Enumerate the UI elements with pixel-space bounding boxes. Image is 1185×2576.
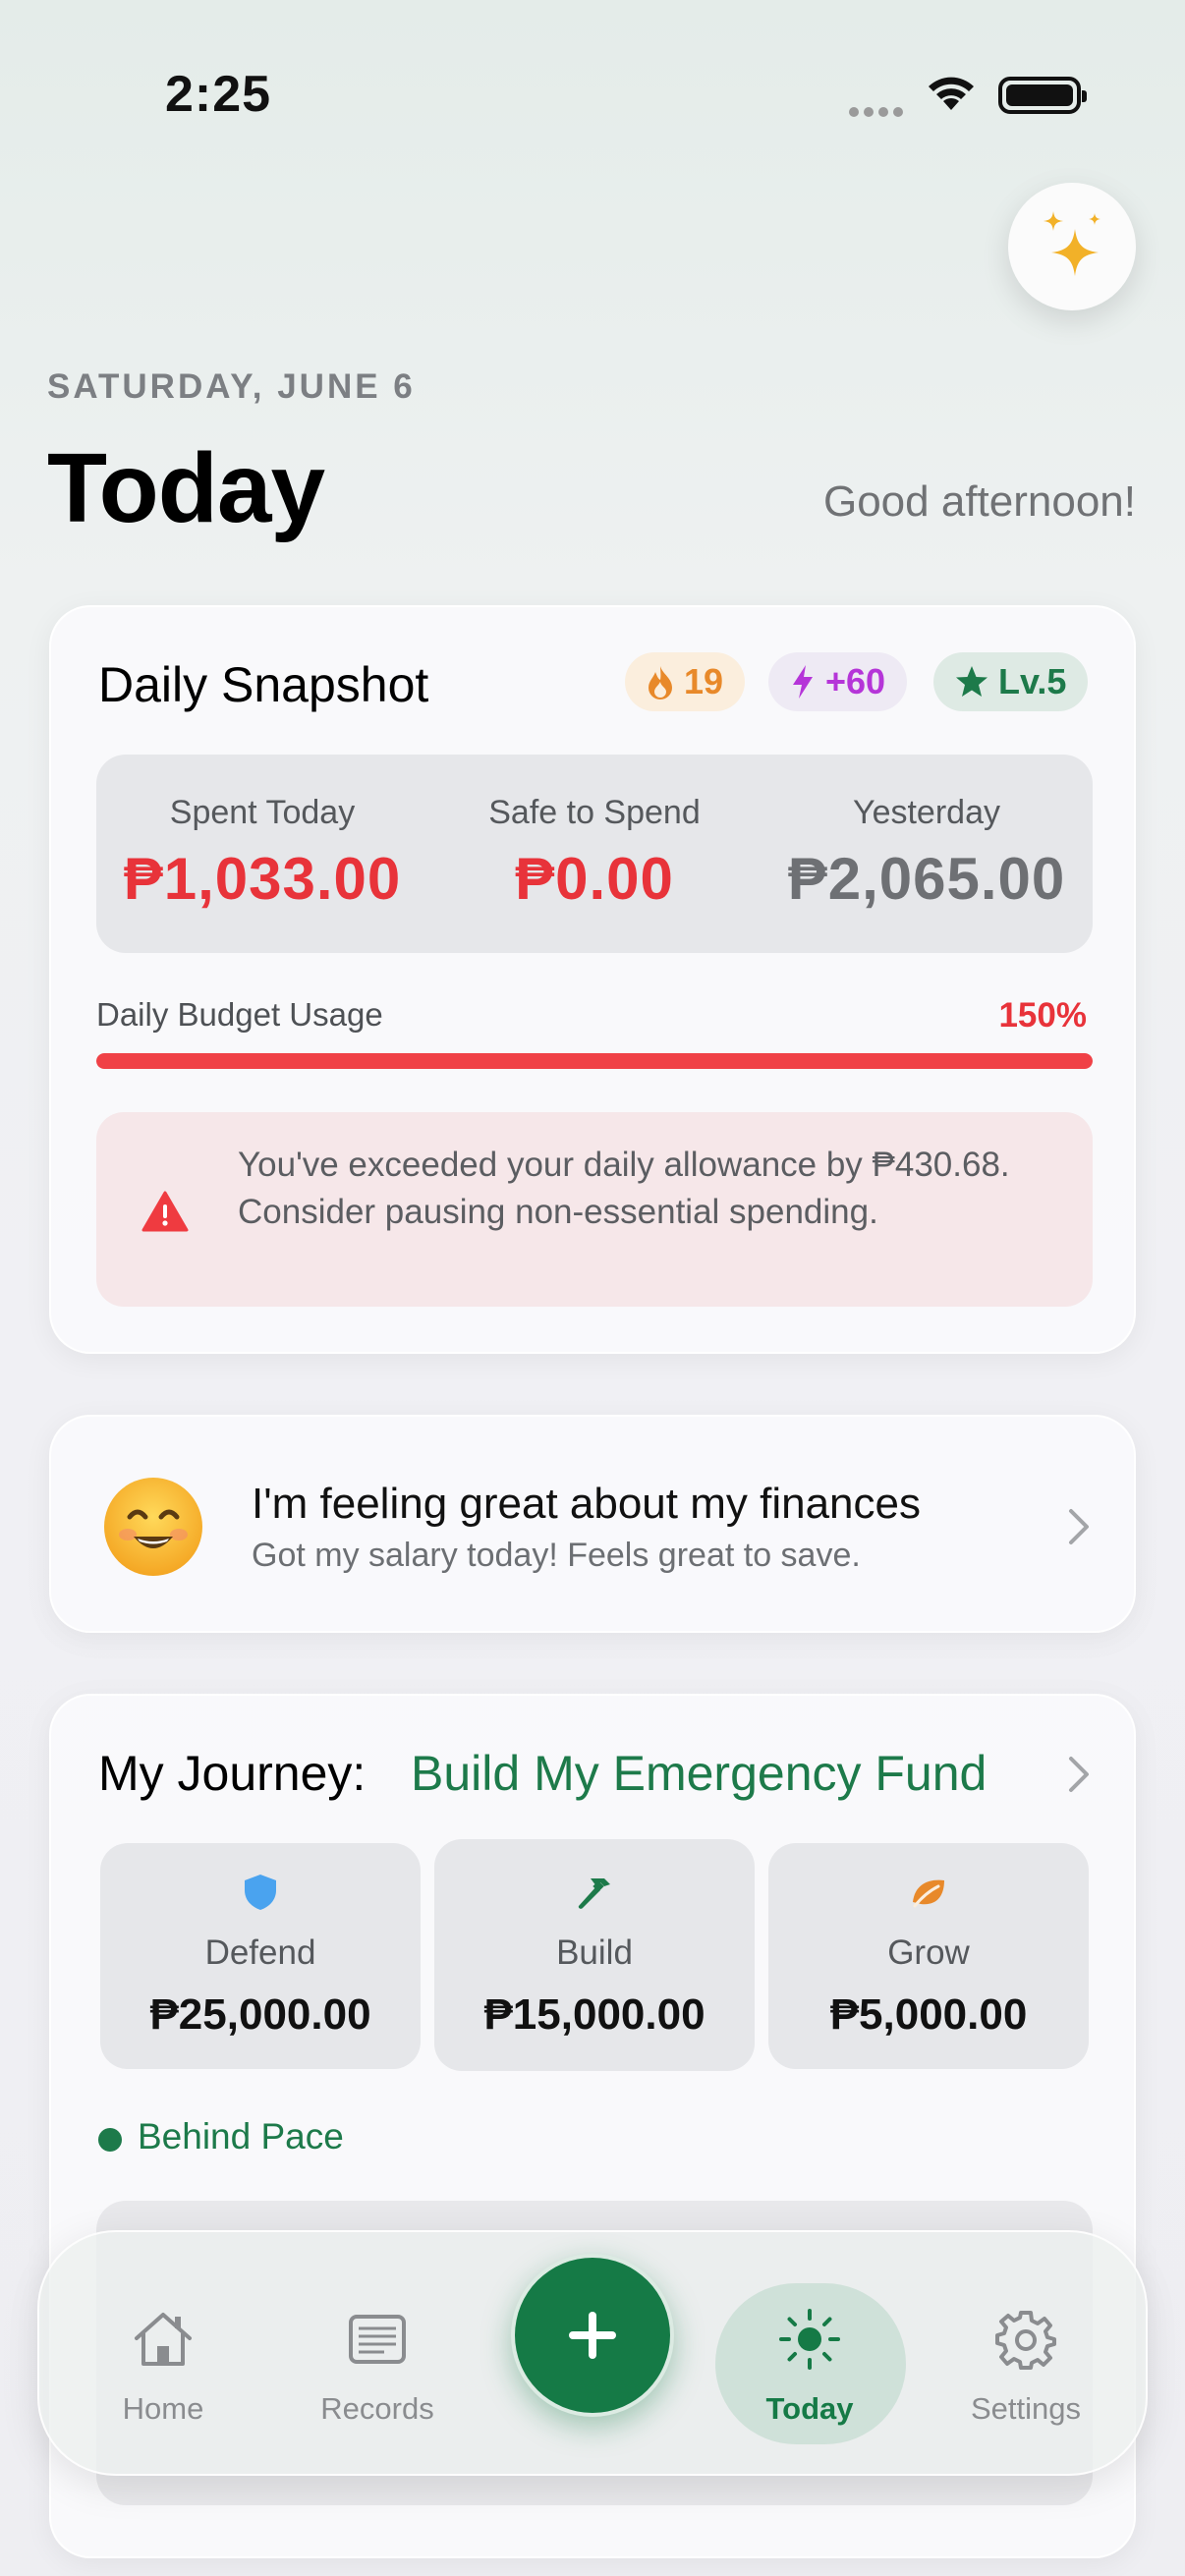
stat-spent-today: Spent Today ₱1,033.00 xyxy=(96,755,428,953)
stat-yesterday: Yesterday ₱2,065.00 xyxy=(761,755,1093,953)
leaf-icon xyxy=(913,1879,944,1908)
pace-status: Behind Pace xyxy=(138,2116,344,2156)
pace-status-dot xyxy=(98,2128,122,2152)
status-time: 2:25 xyxy=(165,66,272,123)
snapshot-stats: Spent Today ₱1,033.00 Safe to Spend ₱0.0… xyxy=(96,755,1093,953)
stat-value: ₱0.00 xyxy=(515,846,674,912)
stat-label: Safe to Spend xyxy=(488,794,701,831)
bucket-value: ₱5,000.00 xyxy=(829,1990,1028,2039)
bucket-grow[interactable]: Grow ₱5,000.00 xyxy=(768,1843,1089,2069)
house-icon xyxy=(135,2313,192,2366)
tab-label: Records xyxy=(320,2391,434,2426)
xp-value: +60 xyxy=(825,661,886,701)
journey-label: My Journey: xyxy=(98,1746,367,1801)
gear-icon xyxy=(995,2311,1056,2370)
budget-usage-progress xyxy=(96,1053,1093,1069)
chevron-right-icon xyxy=(1069,1757,1089,1792)
journey-goal: Build My Emergency Fund xyxy=(411,1746,988,1801)
stat-value: ₱1,033.00 xyxy=(123,846,402,912)
bucket-defend[interactable]: Defend ₱25,000.00 xyxy=(100,1843,421,2069)
level-value: Lv.5 xyxy=(998,661,1067,701)
battery-icon xyxy=(998,77,1087,114)
lightning-icon xyxy=(793,665,813,699)
bucket-label: Build xyxy=(556,1933,633,1972)
flame-icon xyxy=(649,666,672,700)
chevron-right-icon xyxy=(1069,1509,1089,1544)
date-label: SATURDAY, JUNE 6 xyxy=(47,367,416,406)
bucket-value: ₱25,000.00 xyxy=(149,1990,371,2039)
smiling-face-icon xyxy=(104,1478,202,1576)
bucket-build[interactable]: Build ₱15,000.00 xyxy=(434,1839,755,2071)
level-badge[interactable]: Lv.5 xyxy=(933,652,1089,711)
budget-usage-fill xyxy=(96,1053,1093,1069)
tab-settings[interactable]: Settings xyxy=(937,2232,1114,2478)
snapshot-title: Daily Snapshot xyxy=(98,657,429,712)
mood-subtitle: Got my salary today! Feels great to save… xyxy=(252,1537,861,1574)
tab-home[interactable]: Home xyxy=(75,2232,252,2478)
sun-icon xyxy=(779,2309,840,2370)
stat-label: Spent Today xyxy=(169,794,356,831)
mood-card[interactable]: I'm feeling great about my finances Got … xyxy=(49,1415,1136,1633)
bucket-label: Grow xyxy=(887,1933,970,1972)
tab-label: Settings xyxy=(970,2391,1081,2426)
stat-value: ₱2,065.00 xyxy=(787,846,1066,912)
tab-label: Today xyxy=(765,2391,854,2426)
plus-icon xyxy=(569,2312,616,2359)
streak-badge[interactable]: 19 xyxy=(625,652,746,711)
star-icon xyxy=(956,666,988,697)
tab-records[interactable]: Records xyxy=(289,2232,466,2478)
bucket-label: Defend xyxy=(204,1933,316,1972)
ai-sparkle-button[interactable] xyxy=(1008,183,1136,310)
budget-usage-percent: 150% xyxy=(998,996,1087,1035)
greeting-text: Good afternoon! xyxy=(822,477,1136,526)
wifi-icon xyxy=(926,73,977,112)
tab-label: Home xyxy=(122,2391,204,2426)
stat-safe-to-spend: Safe to Spend ₱0.00 xyxy=(428,755,761,953)
stat-label: Yesterday xyxy=(853,794,1000,831)
sparkle-icon xyxy=(1044,211,1100,276)
xp-badge[interactable]: +60 xyxy=(768,652,908,711)
overspend-warning: You've exceeded your daily allowance by … xyxy=(96,1112,1093,1307)
bucket-value: ₱15,000.00 xyxy=(483,1990,705,2039)
tab-today[interactable]: Today xyxy=(721,2232,898,2478)
records-list-icon xyxy=(349,2315,406,2364)
shield-icon xyxy=(245,1875,276,1910)
streak-count: 19 xyxy=(684,661,724,701)
signal-dots-icon xyxy=(849,104,908,117)
hammer-icon xyxy=(578,1878,610,1909)
warning-text: You've exceeded your daily allowance by … xyxy=(238,1146,1010,1231)
mood-title: I'm feeling great about my finances xyxy=(252,1480,921,1528)
budget-usage-label: Daily Budget Usage xyxy=(96,996,383,1033)
warning-triangle-icon xyxy=(141,1191,189,1232)
daily-snapshot-card[interactable]: Daily Snapshot 19 +60 Lv.5 Spent Today ₱… xyxy=(49,605,1136,1354)
page-title: Today xyxy=(47,433,325,543)
add-transaction-button[interactable] xyxy=(511,2254,674,2417)
